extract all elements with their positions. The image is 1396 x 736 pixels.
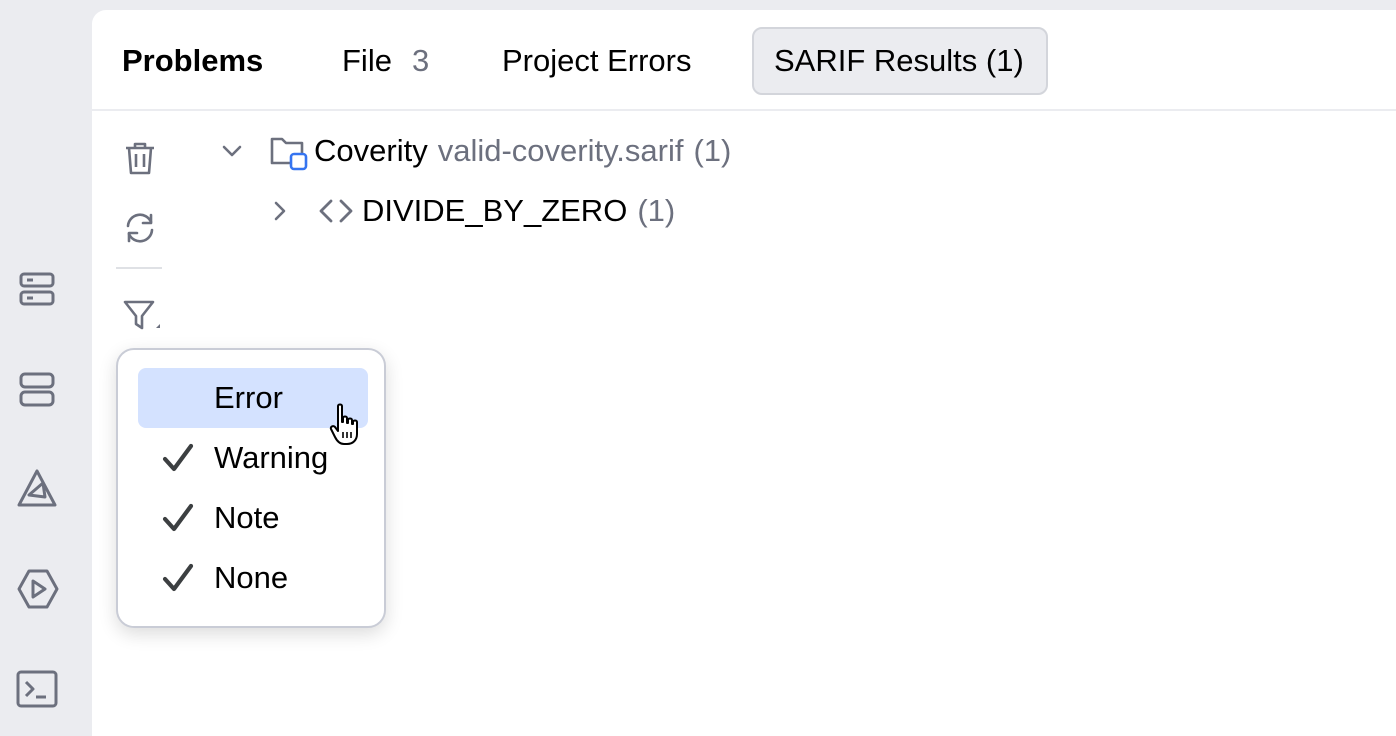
terminal-icon[interactable] (10, 662, 64, 716)
tab-file[interactable]: File 3 (322, 27, 449, 95)
checkmark-icon (162, 503, 194, 532)
folder-icon (270, 137, 308, 171)
chevron-right-icon[interactable] (266, 197, 294, 225)
filter-item-note[interactable]: Note (138, 488, 368, 548)
tree-node-name: DIVIDE_BY_ZERO (362, 193, 628, 228)
deploy-icon[interactable] (10, 462, 64, 516)
tree-node-count: (1) (693, 133, 732, 168)
hand-cursor-icon (329, 403, 358, 445)
tree-node-divide-by-zero[interactable]: DIVIDE_BY_ZERO (1) (266, 186, 675, 236)
run-icon[interactable] (10, 562, 64, 616)
tab-project-errors[interactable]: Project Errors (482, 27, 711, 95)
chevron-down-icon[interactable] (218, 137, 246, 165)
tab-file-count: 3 (411, 43, 430, 78)
filter-icon[interactable] (114, 288, 166, 340)
tab-bar: Problems File 3 Project Errors SARIF Res… (92, 10, 1396, 111)
refresh-icon[interactable] (114, 202, 166, 254)
filter-item-none[interactable]: None (138, 548, 368, 608)
tab-sarif-results[interactable]: SARIF Results (1) (752, 27, 1048, 95)
trash-icon[interactable] (114, 132, 166, 184)
filter-item-label: Error (214, 380, 283, 415)
layout-icon[interactable] (10, 362, 64, 416)
tab-file-label: File (342, 43, 392, 78)
panel-title: Problems (122, 43, 264, 78)
filter-item-label: Note (214, 500, 280, 535)
checkmark-icon (162, 563, 194, 592)
database-icon[interactable] (10, 262, 64, 316)
code-icon (319, 199, 353, 223)
severity-filter-menu: Error Warning Note None (116, 348, 386, 628)
tree-node-count: (1) (637, 193, 676, 228)
checkmark-icon (162, 443, 194, 472)
left-tool-strip (0, 0, 92, 736)
tree-node-coverity[interactable]: Coverity valid-coverity.sarif (1) (218, 126, 731, 176)
filter-item-label: None (214, 560, 289, 595)
tree-node-name: Coverity (314, 133, 428, 168)
toolbar-separator (116, 267, 162, 269)
tree-node-file: valid-coverity.sarif (437, 133, 684, 168)
filter-item-label: Warning (214, 440, 329, 475)
